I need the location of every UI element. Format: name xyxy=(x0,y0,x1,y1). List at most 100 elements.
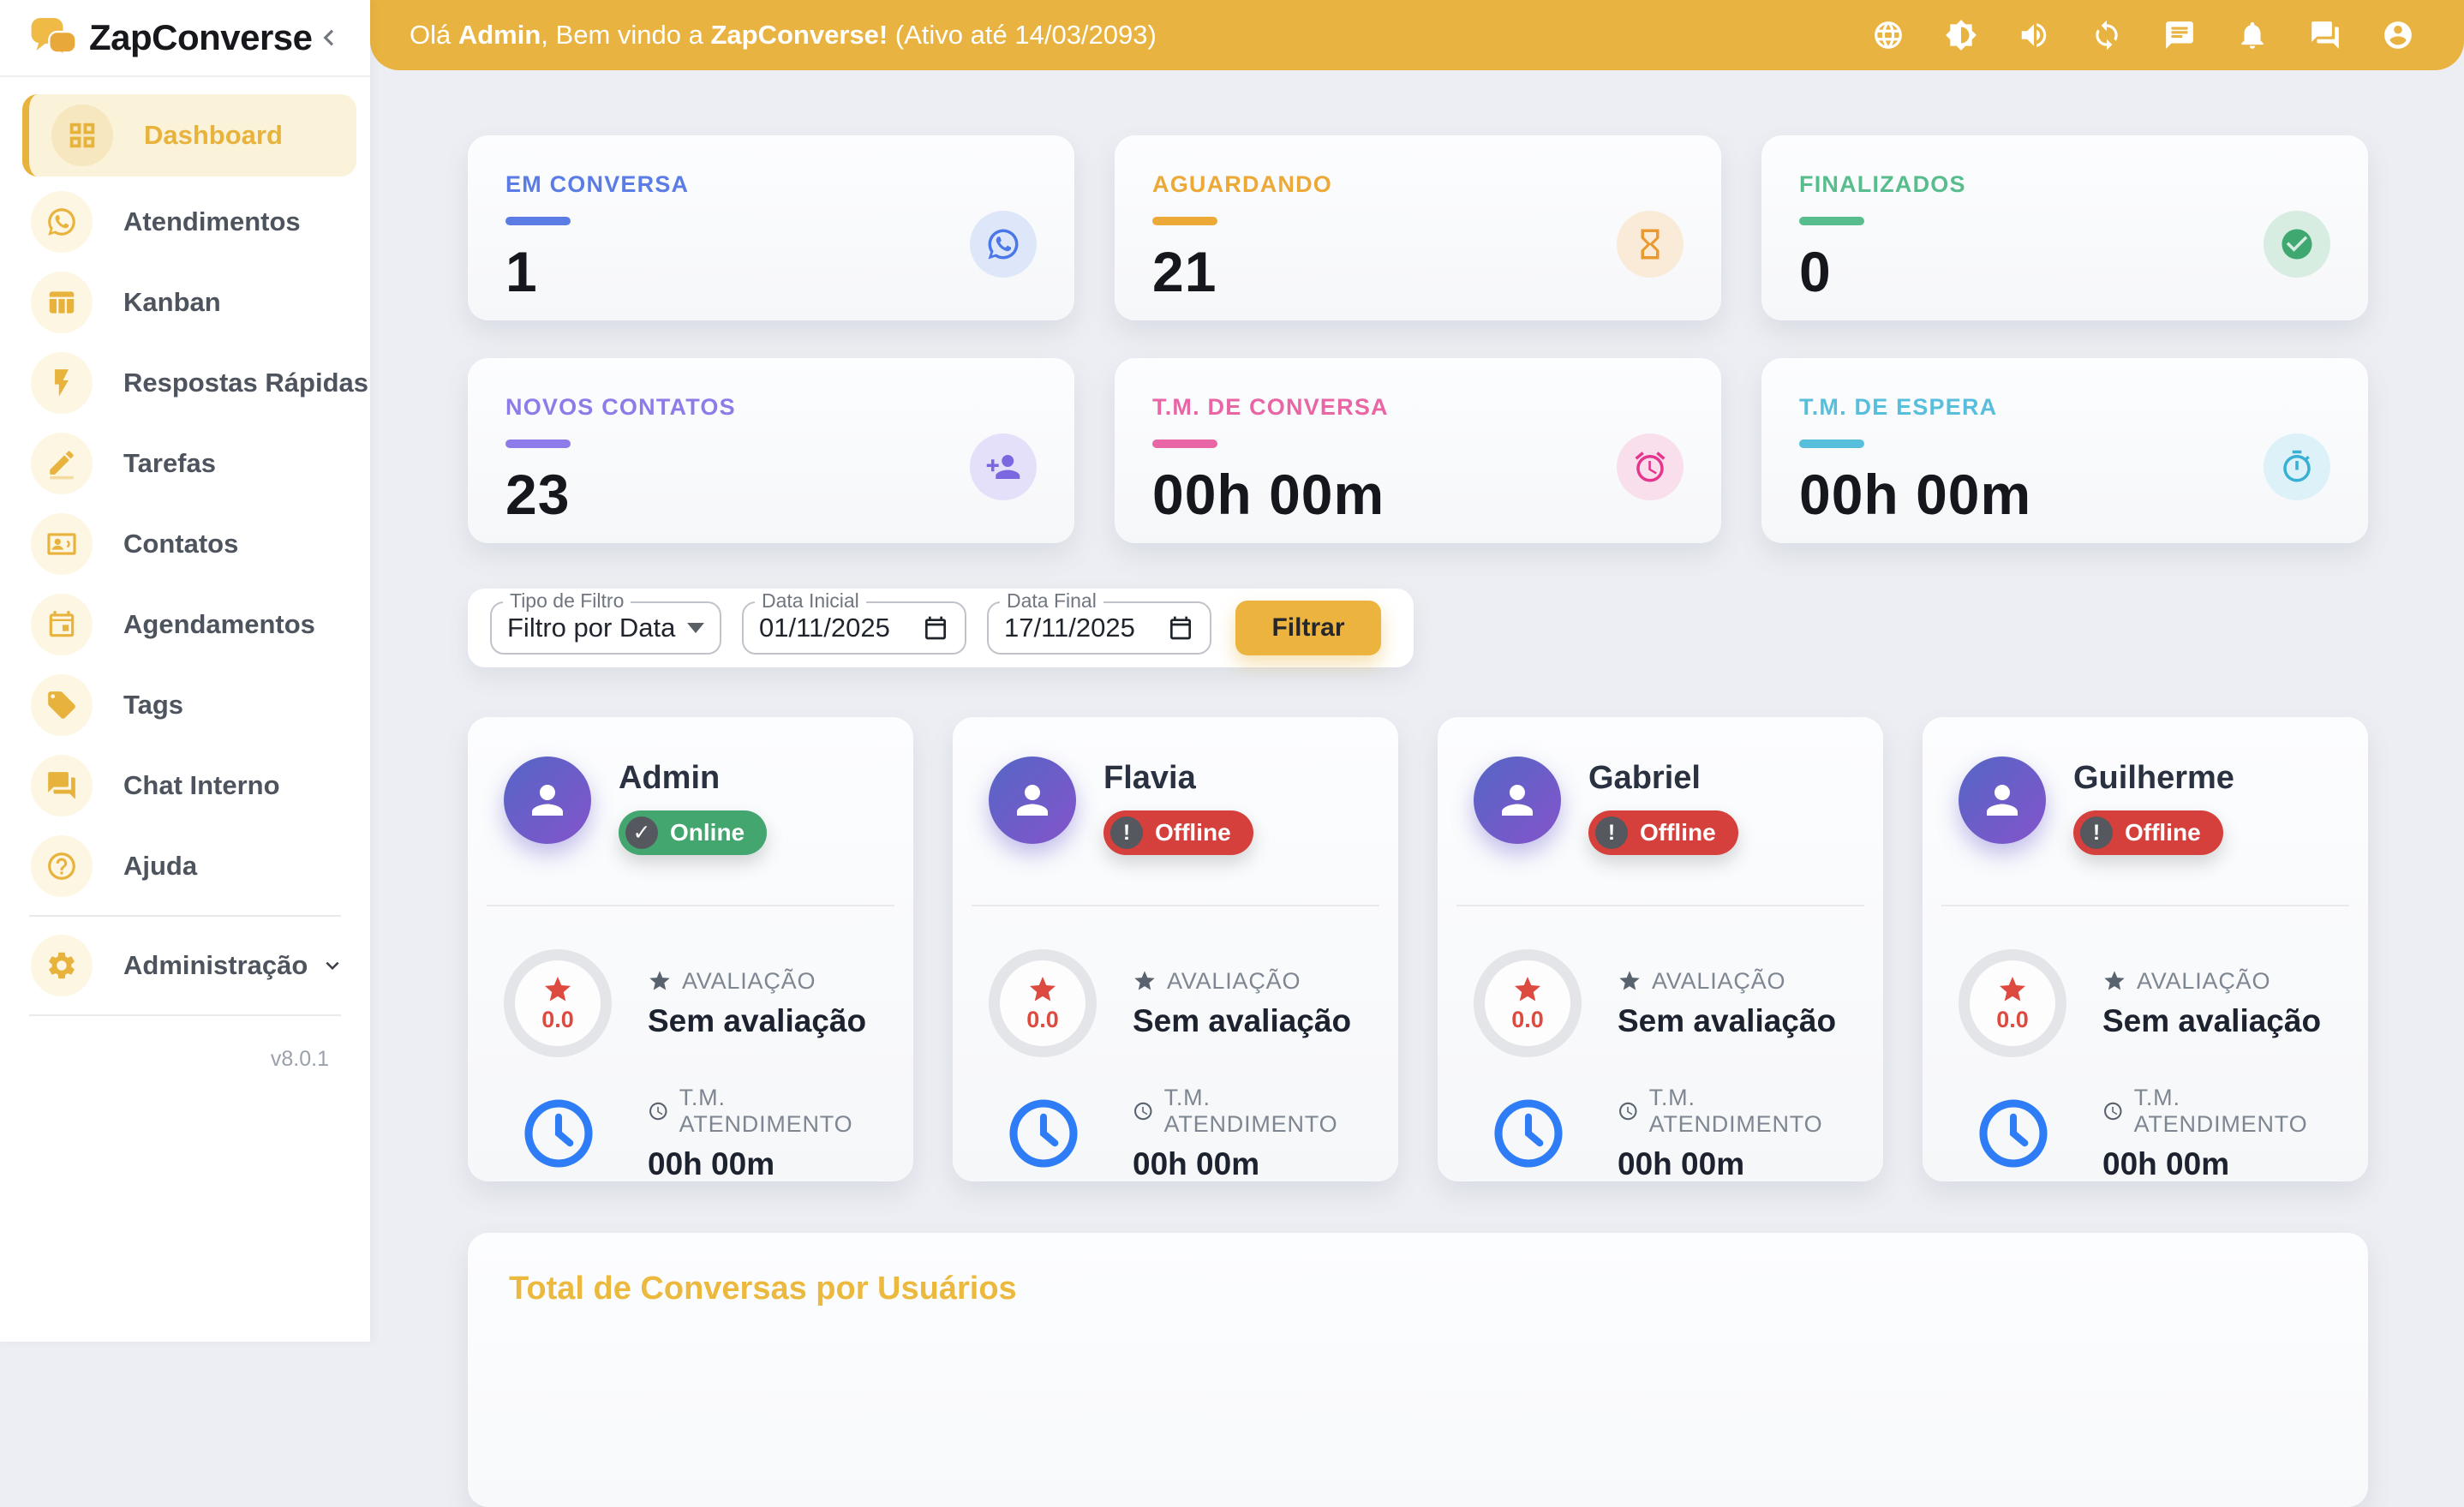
sidebar-item-respostas-rapidas[interactable]: Respostas Rápidas xyxy=(0,343,370,423)
rating-label: AVALIAÇÃO xyxy=(682,968,816,995)
stat-label: EM CONVERSA xyxy=(505,171,1037,198)
volume-icon[interactable] xyxy=(2018,19,2050,51)
status-badge: ! Offline xyxy=(1103,810,1253,855)
check-circle-icon xyxy=(2264,211,2330,278)
sidebar-item-label: Respostas Rápidas xyxy=(123,368,368,398)
star-icon xyxy=(1512,974,1543,1005)
sidebar-item-kanban[interactable]: Kanban xyxy=(0,262,370,343)
sidebar-item-label: Agendamentos xyxy=(123,609,315,640)
calendar-icon xyxy=(922,614,949,642)
status-badge: ! Offline xyxy=(2073,810,2223,855)
stat-underline xyxy=(505,440,571,448)
clock-icon xyxy=(2102,1099,2124,1123)
sidebar-item-label: Contatos xyxy=(123,529,238,559)
whatsapp-icon xyxy=(970,211,1037,278)
stat-value: 0 xyxy=(1799,239,2330,304)
divider xyxy=(1941,905,2349,906)
user-name: Admin xyxy=(619,760,767,797)
user-info: Gabriel ! Offline xyxy=(1588,756,1738,855)
forum-icon xyxy=(31,755,93,816)
sidebar-item-contatos[interactable]: Contatos xyxy=(0,504,370,584)
greeting-pre: Olá xyxy=(410,20,458,50)
globe-icon[interactable] xyxy=(1872,19,1905,51)
status-alert-icon: ! xyxy=(1110,816,1143,849)
rating-value: 0.0 xyxy=(1511,1007,1544,1033)
main-area: Olá Admin, Bem vindo a ZapConverse! (Ati… xyxy=(370,0,2464,1342)
stat-label: NOVOS CONTATOS xyxy=(505,394,1037,421)
help-icon xyxy=(31,835,93,897)
filter-type-label: Tipo de Filtro xyxy=(503,589,631,613)
account-icon[interactable] xyxy=(2382,19,2414,51)
filter-type-select[interactable]: Tipo de Filtro Filtro por Data xyxy=(490,601,721,655)
sidebar-item-tags[interactable]: Tags xyxy=(0,665,370,745)
filter-button[interactable]: Filtrar xyxy=(1235,601,1381,655)
rating-label: AVALIAÇÃO xyxy=(2137,968,2270,995)
rating-ring: 0.0 xyxy=(1959,949,2066,1057)
stat-card-aguardando: AGUARDANDO 21 xyxy=(1115,135,1721,320)
sidebar-item-agendamentos[interactable]: Agendamentos xyxy=(0,584,370,665)
brightness-icon[interactable] xyxy=(1945,19,1977,51)
stat-underline xyxy=(1799,440,1864,448)
rating-row: 0.0 AVALIAÇÃO Sem avaliação xyxy=(504,949,877,1057)
sidebar-item-label: Chat Interno xyxy=(123,770,280,801)
end-date-input[interactable]: Data Final 17/11/2025 xyxy=(987,601,1211,655)
avatar xyxy=(504,756,591,844)
user-name: Flavia xyxy=(1103,760,1253,797)
user-name: Gabriel xyxy=(1588,760,1738,797)
start-date-input[interactable]: Data Inicial 01/11/2025 xyxy=(742,601,966,655)
notifications-icon[interactable] xyxy=(2236,19,2269,51)
service-time-row: T.M. ATENDIMENTO 00h 00m xyxy=(1474,1085,1847,1182)
stat-card-tm-espera: T.M. DE ESPERA 00h 00m xyxy=(1761,358,2368,543)
whatsapp-icon xyxy=(31,191,93,253)
dashboard-content: EM CONVERSA 1 AGUARDANDO 21 FINALIZADOS … xyxy=(370,70,2464,1507)
user-card-flavia: Flavia ! Offline 0.0 AV xyxy=(953,717,1398,1181)
stat-card-novos-contatos: NOVOS CONTATOS 23 xyxy=(468,358,1074,543)
sidebar-item-administracao[interactable]: Administração xyxy=(0,925,370,1006)
star-icon xyxy=(1133,969,1157,993)
divider xyxy=(1456,905,1864,906)
service-time-label: T.M. ATENDIMENTO xyxy=(1164,1085,1362,1138)
calendar-icon xyxy=(1167,614,1194,642)
user-card-admin: Admin ✓ Online 0.0 AVAL xyxy=(468,717,913,1181)
service-time-value: 00h 00m xyxy=(1133,1146,1362,1182)
alarm-icon xyxy=(1617,434,1684,500)
star-icon xyxy=(648,969,672,993)
user-card-header: Guilherme ! Offline xyxy=(1959,756,2332,855)
stat-underline xyxy=(505,217,571,225)
rating-text: Sem avaliação xyxy=(2102,1003,2321,1039)
stat-value: 23 xyxy=(505,462,1037,527)
sidebar-item-label: Ajuda xyxy=(123,851,197,882)
rating-ring: 0.0 xyxy=(989,949,1097,1057)
sidebar-item-label: Administração xyxy=(123,950,308,981)
greeting-user: Admin xyxy=(458,20,541,50)
sidebar-item-ajuda[interactable]: Ajuda xyxy=(0,826,370,906)
rating-label: AVALIAÇÃO xyxy=(1167,968,1301,995)
service-time-value: 00h 00m xyxy=(1618,1146,1847,1182)
tag-icon xyxy=(31,674,93,736)
end-date-value: 17/11/2025 xyxy=(1004,613,1135,643)
service-time-value: 00h 00m xyxy=(2102,1146,2332,1182)
rating-text: Sem avaliação xyxy=(648,1003,866,1039)
avatar xyxy=(1959,756,2046,844)
sidebar-item-tarefas[interactable]: Tarefas xyxy=(0,423,370,504)
clock-icon xyxy=(1492,1097,1564,1169)
chat-icon[interactable] xyxy=(2163,19,2196,51)
sync-icon[interactable] xyxy=(2090,19,2123,51)
stat-value: 00h 00m xyxy=(1152,462,1684,527)
filter-type-value: Filtro por Data xyxy=(507,613,675,643)
service-time-label: T.M. ATENDIMENTO xyxy=(679,1085,877,1138)
sidebar: ZapConverse Dashboard Atendimentos Kanba… xyxy=(0,0,370,1342)
timer-icon xyxy=(2264,434,2330,500)
sidebar-item-chat-interno[interactable]: Chat Interno xyxy=(0,745,370,826)
star-icon xyxy=(1997,974,2028,1005)
stat-card-finalizados: FINALIZADOS 0 xyxy=(1761,135,2368,320)
forum-icon[interactable] xyxy=(2309,19,2341,51)
start-date-label: Data Inicial xyxy=(755,589,866,613)
divider xyxy=(29,1014,341,1016)
rating-text: Sem avaliação xyxy=(1618,1003,1836,1039)
sidebar-item-dashboard[interactable]: Dashboard xyxy=(22,94,356,176)
service-time-row: T.M. ATENDIMENTO 00h 00m xyxy=(989,1085,1362,1182)
sidebar-item-atendimentos[interactable]: Atendimentos xyxy=(0,182,370,262)
status-text: Online xyxy=(670,819,745,846)
collapse-sidebar-icon[interactable] xyxy=(313,21,344,55)
